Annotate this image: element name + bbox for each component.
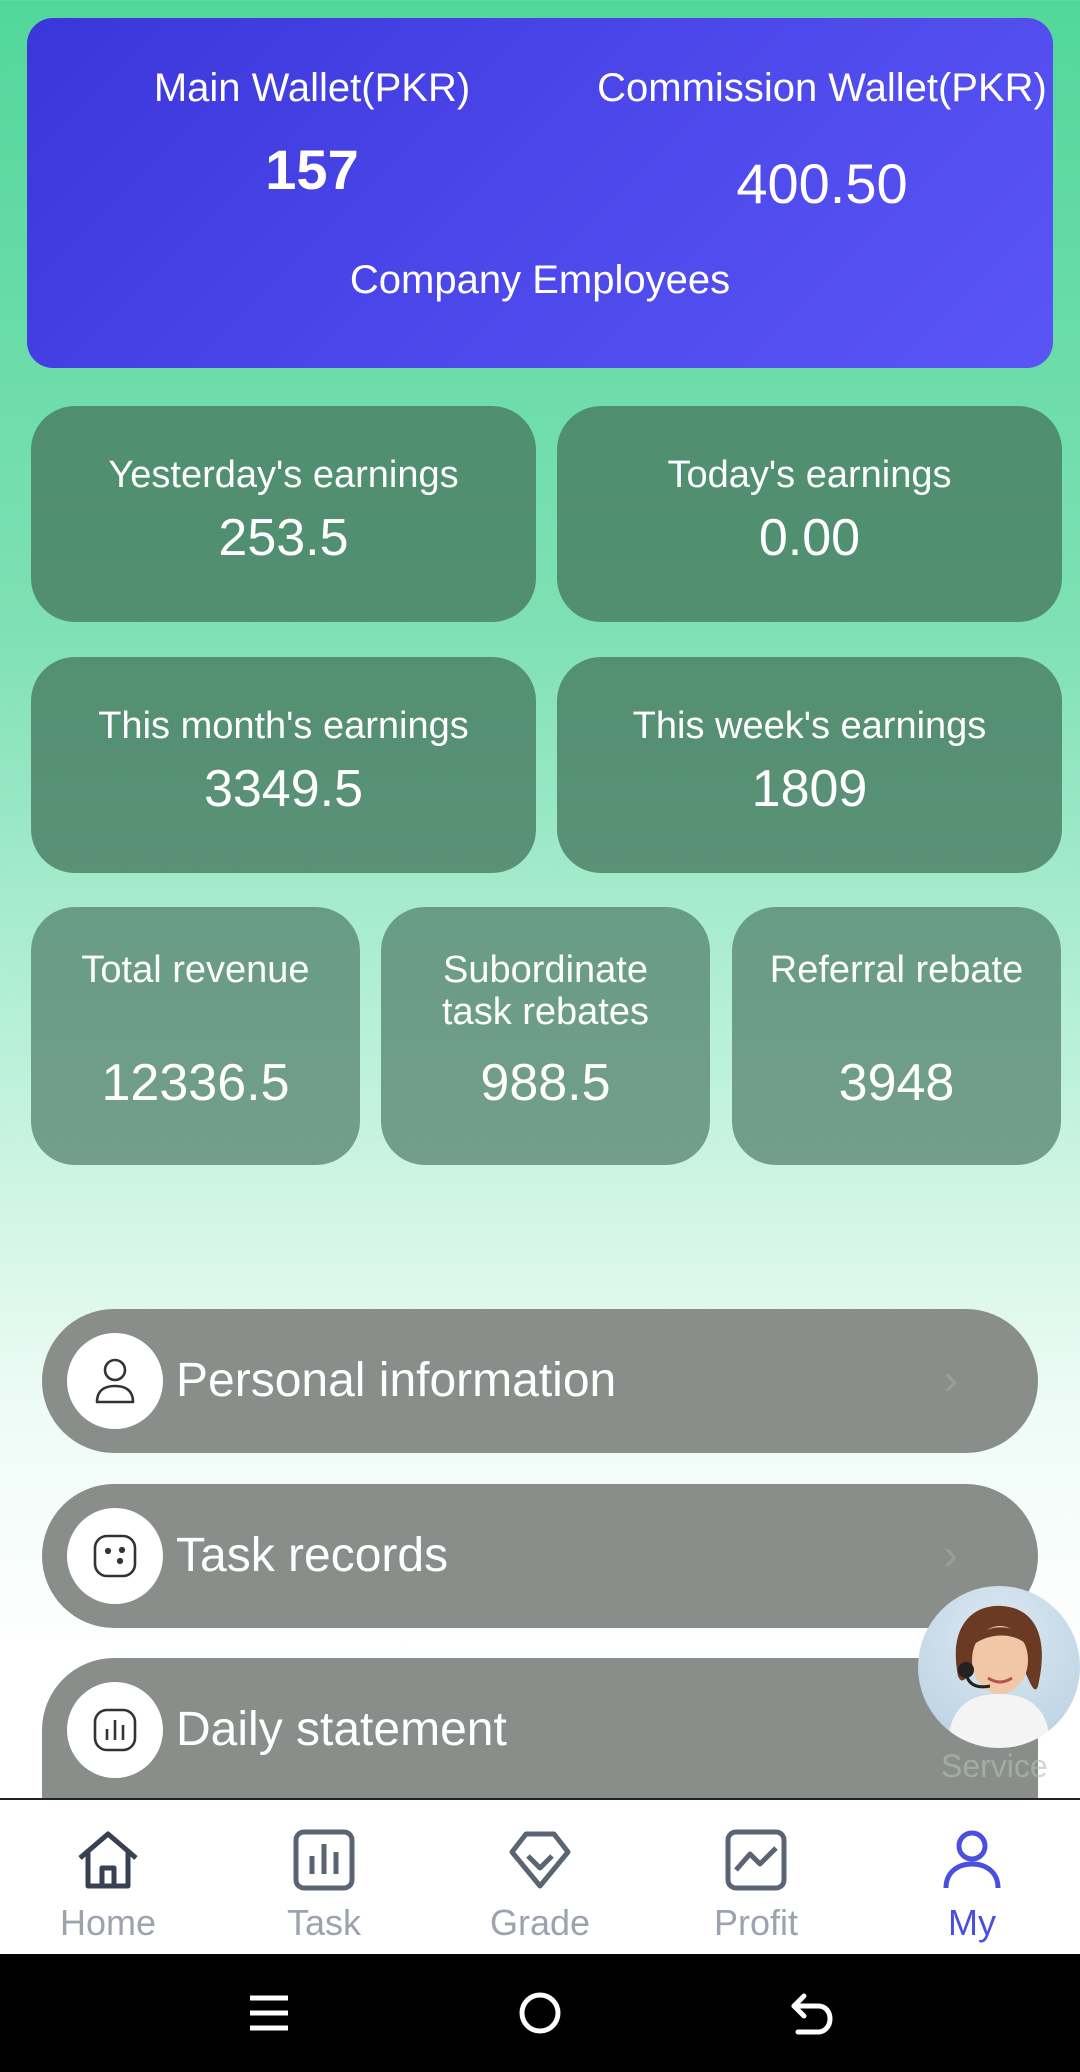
service-agent-avatar <box>948 1605 1050 1748</box>
stat-value: 253.5 <box>218 509 349 567</box>
tab-task[interactable]: Task <box>216 1800 432 1956</box>
bottom-tab-bar: Home Task Grade Profit My <box>0 1798 1080 1954</box>
week-earnings-card: This week's earnings 1809 <box>557 657 1062 873</box>
main-wallet-balance: 157 <box>265 138 359 201</box>
referral-rebate-card: Referral rebate 3948 <box>732 907 1061 1165</box>
tab-label: Home <box>59 1902 157 1943</box>
tab-profit[interactable]: Profit <box>648 1800 864 1956</box>
customer-service-button[interactable] <box>918 1586 1080 1748</box>
task-records-icon <box>67 1508 163 1604</box>
menu-label: Personal information <box>176 1354 617 1407</box>
stat-value: 3948 <box>838 1054 955 1112</box>
tab-label: Profit <box>713 1902 799 1943</box>
chevron-right-icon: › <box>943 1355 958 1404</box>
stat-value: 1809 <box>751 760 868 818</box>
system-navigation-bar <box>0 1954 1080 2072</box>
stat-value: 3349.5 <box>203 760 364 818</box>
subordinate-rebates-card: Subordinate task rebates 988.5 <box>381 907 710 1165</box>
menu-label: Daily statement <box>176 1703 507 1756</box>
stat-label: Referral rebate <box>769 949 1024 991</box>
commission-wallet-balance: 400.50 <box>736 152 908 215</box>
home-icon <box>78 1831 138 1889</box>
main-wallet-label: Main Wallet(PKR) <box>153 66 471 110</box>
chart-icon <box>67 1682 163 1778</box>
grade-icon <box>509 1831 571 1889</box>
total-revenue-card: Total revenue 12336.5 <box>31 907 360 1165</box>
home-nav-icon[interactable] <box>516 1988 564 2038</box>
stat-label: Subordinate task rebates <box>442 949 649 1033</box>
wallet-card: Main Wallet(PKR) 157 Commission Wallet(P… <box>27 18 1053 368</box>
user-icon <box>943 1830 1001 1889</box>
today-earnings-card: Today's earnings 0.00 <box>557 406 1062 622</box>
task-icon <box>293 1829 355 1891</box>
tab-label: Task <box>286 1902 362 1943</box>
service-label: Service <box>941 1748 1048 1784</box>
chevron-right-icon: › <box>943 1530 958 1579</box>
member-level: Company Employees <box>349 258 731 302</box>
stat-label: Today's earnings <box>667 454 952 496</box>
back-icon[interactable] <box>788 1988 836 2038</box>
menu-label: Task records <box>176 1529 449 1582</box>
user-icon <box>67 1333 163 1429</box>
tab-my[interactable]: My <box>864 1800 1080 1956</box>
stat-value: 988.5 <box>480 1054 611 1112</box>
stat-label: Total revenue <box>81 949 310 991</box>
yesterday-earnings-card: Yesterday's earnings 253.5 <box>31 406 536 622</box>
stat-label: This week's earnings <box>632 705 987 747</box>
tab-label: Grade <box>489 1902 591 1943</box>
stat-value: 12336.5 <box>101 1054 290 1112</box>
recent-apps-icon[interactable] <box>246 1988 292 2038</box>
menu-personal-information[interactable]: Personal information › <box>42 1309 1038 1453</box>
commission-wallet-label: Commission Wallet(PKR) <box>597 66 1047 110</box>
stat-label: This month's earnings <box>98 705 469 747</box>
menu-task-records[interactable]: Task records › <box>42 1484 1038 1628</box>
menu-daily-statement[interactable]: Daily statement <box>42 1658 1038 1798</box>
tab-home[interactable]: Home <box>0 1800 216 1956</box>
tab-label: My <box>948 1902 996 1943</box>
stat-value: 0.00 <box>758 509 861 567</box>
profit-icon <box>725 1829 787 1891</box>
tab-grade[interactable]: Grade <box>432 1800 648 1956</box>
month-earnings-card: This month's earnings 3349.5 <box>31 657 536 873</box>
stat-label: Yesterday's earnings <box>108 454 459 496</box>
